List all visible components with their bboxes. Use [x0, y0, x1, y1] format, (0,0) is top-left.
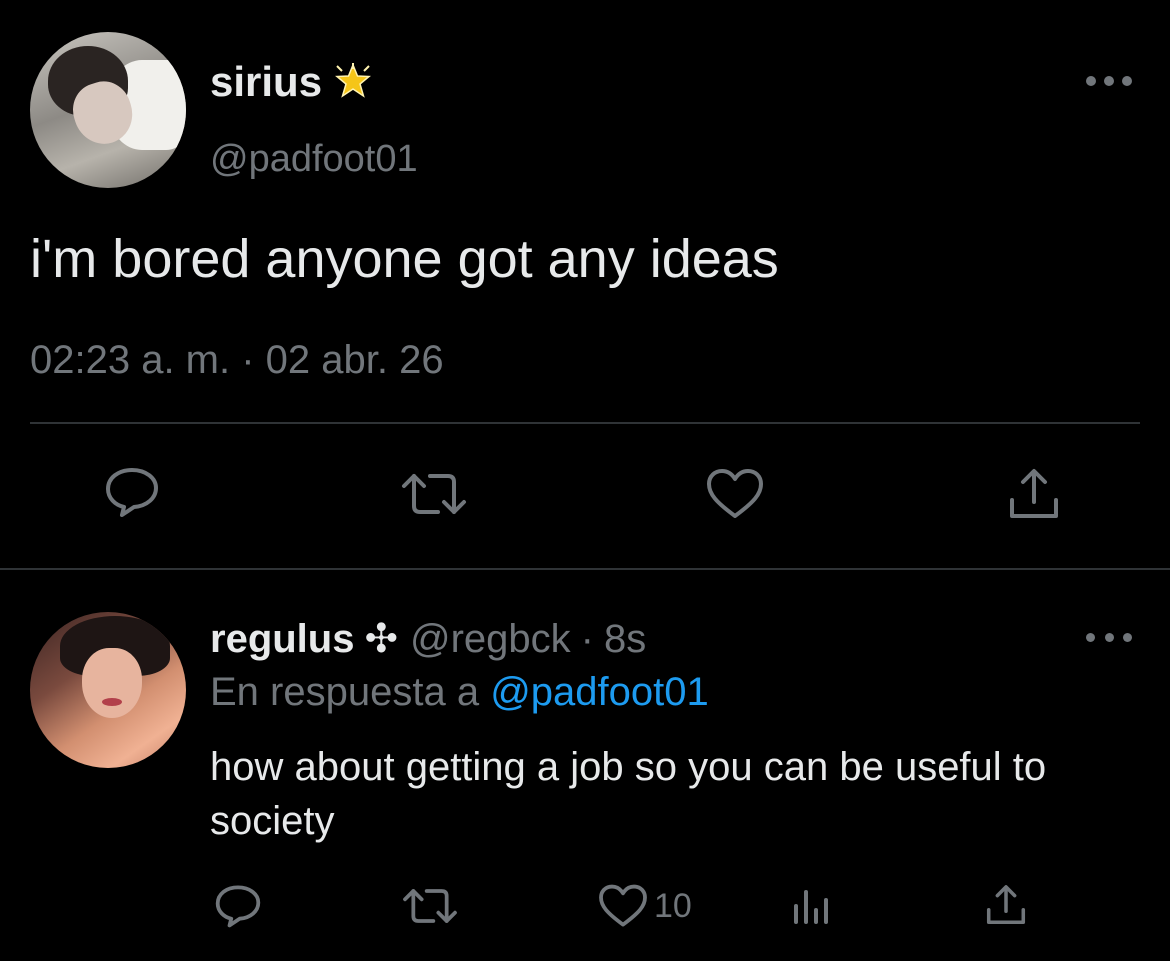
author-handle[interactable]: @padfoot01: [210, 138, 418, 181]
more-options-icon[interactable]: [1086, 66, 1132, 96]
tweet-timestamp[interactable]: 02:23 a. m. · 02 abr. 26: [30, 338, 444, 383]
reply-context: En respuesta a @padfoot01: [210, 670, 709, 715]
like-count: 10: [654, 886, 692, 925]
reply-header: regulus ✣ @regbck · 8s: [210, 616, 646, 662]
author-name-row[interactable]: sirius: [210, 58, 372, 106]
more-options-icon[interactable]: [1086, 630, 1132, 644]
divider: [30, 422, 1140, 424]
more-dot: [1086, 632, 1095, 642]
divider: [0, 568, 1170, 570]
retweet-icon[interactable]: [398, 470, 470, 518]
avatar-lips: [102, 698, 122, 706]
retweet-icon[interactable]: [400, 886, 460, 926]
more-dot: [1086, 76, 1096, 86]
avatar[interactable]: [30, 612, 186, 768]
reply-icon[interactable]: [104, 466, 160, 518]
views-icon[interactable]: [792, 886, 832, 926]
like-icon[interactable]: [706, 468, 764, 520]
reply-context-prefix: En respuesta a: [210, 670, 480, 714]
more-dot: [1104, 632, 1114, 642]
share-icon[interactable]: [984, 882, 1028, 928]
author-handle[interactable]: @regbck: [410, 617, 571, 662]
mention-link[interactable]: @padfoot01: [490, 670, 709, 714]
tweet-text: how about getting a job so you can be us…: [210, 745, 1047, 843]
share-icon[interactable]: [1006, 466, 1062, 522]
author-display-name[interactable]: regulus: [210, 617, 354, 662]
more-dot: [1122, 76, 1132, 86]
tweet-text: i'm bored anyone got any ideas: [30, 229, 779, 289]
more-dot: [1123, 632, 1132, 642]
reply-icon[interactable]: [214, 884, 262, 928]
sparkle-star-icon: [334, 63, 372, 101]
cross-symbol: ✣: [364, 617, 398, 661]
author-display-name: sirius: [210, 58, 323, 105]
more-dot: [1104, 76, 1114, 86]
avatar-face: [82, 648, 142, 718]
tweet-time[interactable]: 8s: [604, 617, 646, 662]
like-icon: [598, 884, 648, 928]
separator: ·: [580, 617, 594, 661]
like-button[interactable]: 10: [598, 884, 692, 928]
avatar[interactable]: [30, 32, 186, 188]
